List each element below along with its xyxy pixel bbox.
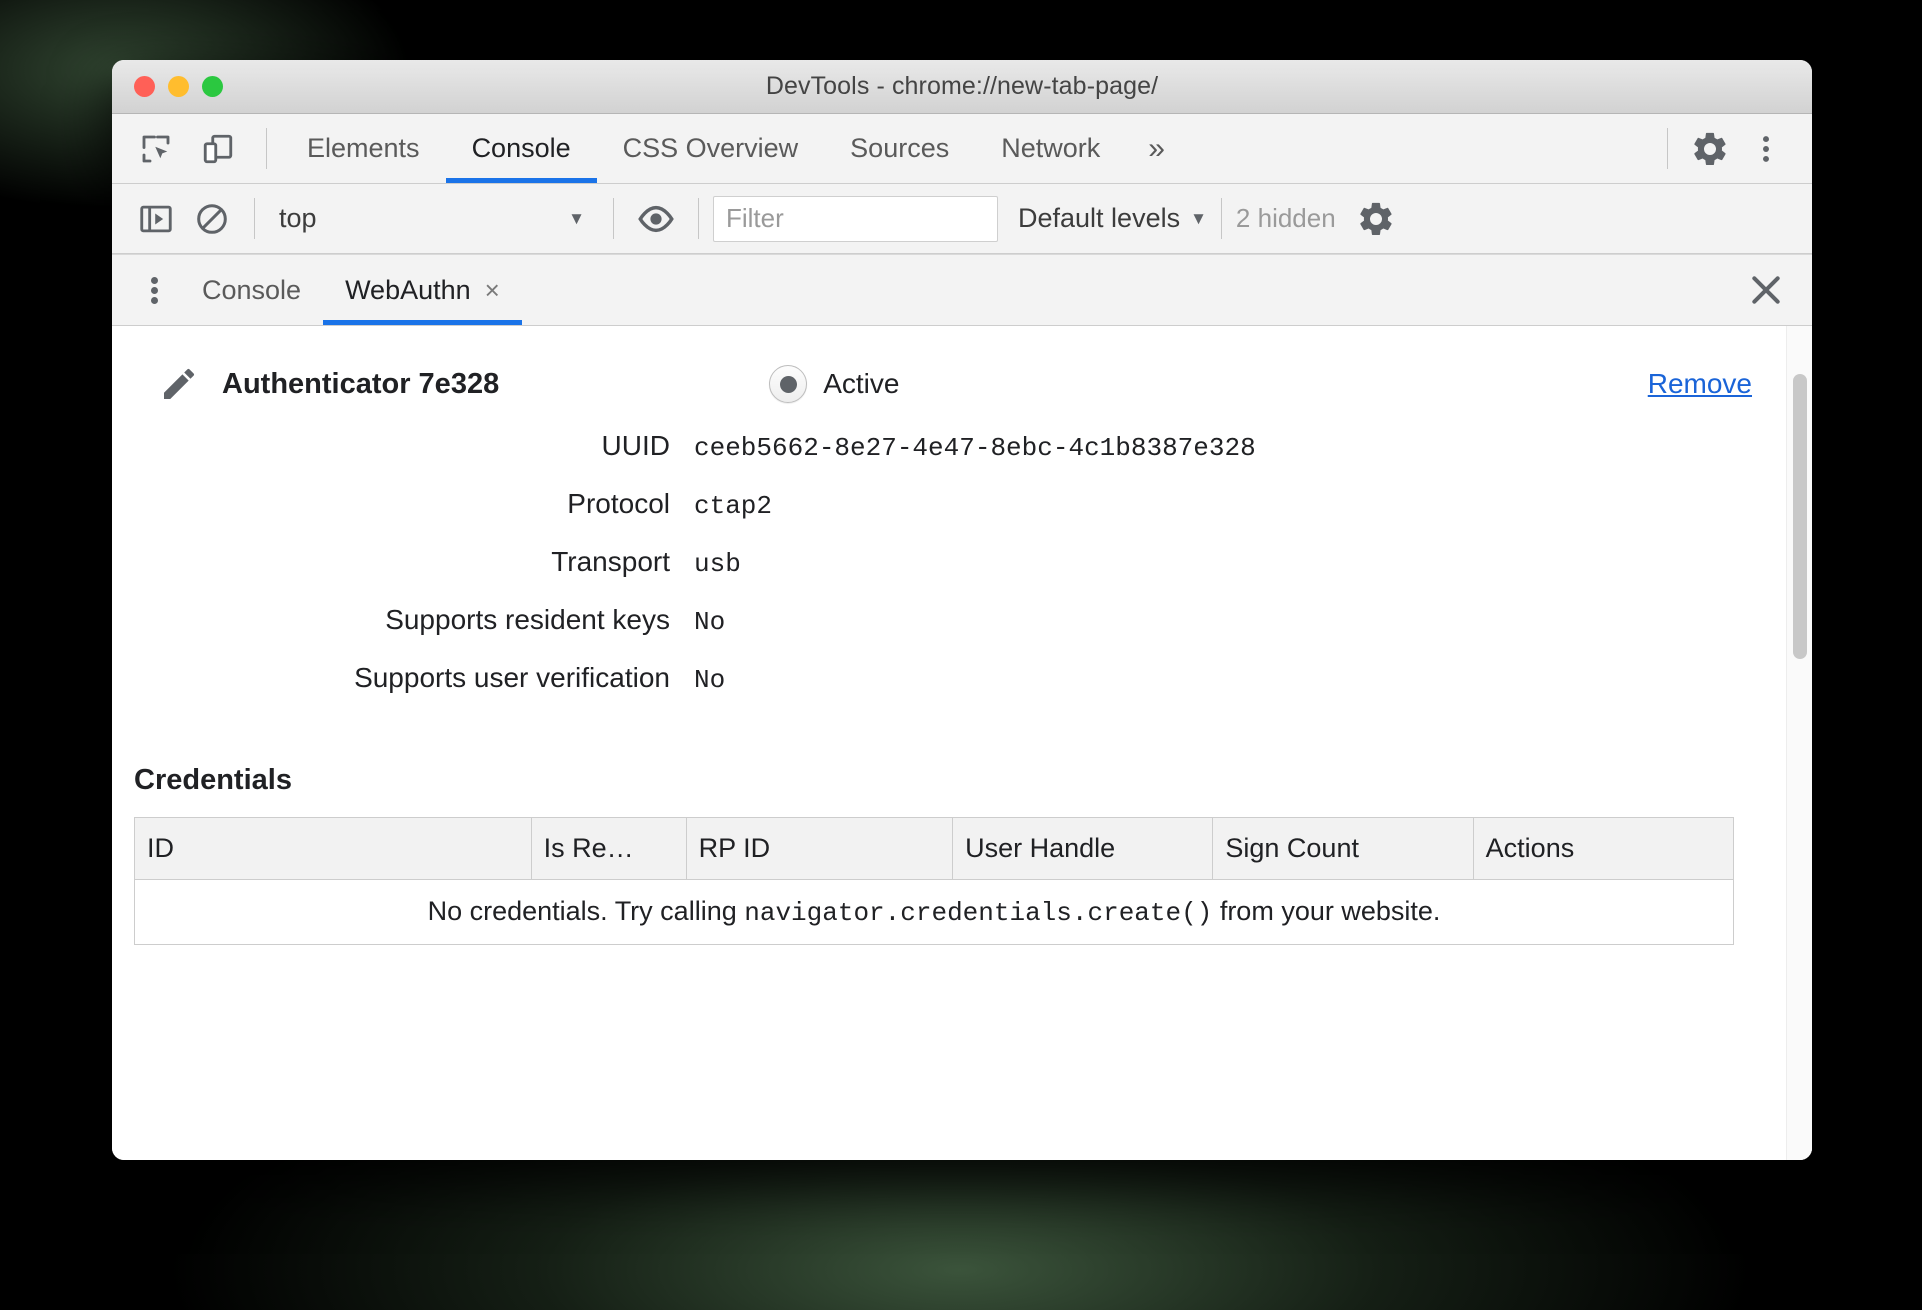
devtools-window: DevTools - chrome://new-tab-page/ Elemen…: [112, 60, 1812, 1160]
column-header-id[interactable]: ID: [134, 817, 532, 880]
toolbar-icon-group: [112, 114, 281, 183]
device-toolbar-icon[interactable]: [190, 121, 246, 177]
column-header-sign-count[interactable]: Sign Count: [1212, 817, 1474, 880]
detail-value: ctap2: [694, 491, 773, 521]
close-window-button[interactable]: [134, 76, 155, 97]
desktop-background: DevTools - chrome://new-tab-page/ Elemen…: [0, 0, 1922, 1310]
drawer-tab-console[interactable]: Console: [180, 255, 323, 325]
console-toolbar: top ▼ Filter Default levels ▼ 2 hidden: [112, 184, 1812, 254]
drawer-menu-icon[interactable]: [128, 255, 180, 325]
tab-console[interactable]: Console: [445, 114, 597, 183]
window-title: DevTools - chrome://new-tab-page/: [765, 72, 1159, 100]
detail-label: UUID: [601, 430, 670, 461]
drawer-tab-strip: Console WebAuthn ×: [112, 254, 1812, 326]
log-levels-label: Default levels: [1018, 203, 1181, 233]
remove-authenticator-link[interactable]: Remove: [1648, 368, 1752, 400]
chevron-down-icon: ▼: [568, 208, 585, 228]
detail-label: Supports resident keys: [385, 604, 670, 635]
console-toolbar-divider: [254, 198, 255, 239]
credentials-empty-row: No credentials. Try calling navigator.cr…: [135, 880, 1734, 945]
tab-elements[interactable]: Elements: [281, 114, 446, 183]
detail-label: Transport: [551, 546, 670, 577]
more-tabs-icon: »: [1148, 131, 1165, 165]
webauthn-panel: Authenticator 7e328 Active Remove UUID c…: [112, 326, 1812, 1160]
close-webauthn-tab-icon[interactable]: ×: [485, 275, 500, 306]
toolbar-divider: [266, 128, 267, 169]
panel-scrollbar-track[interactable]: [1786, 326, 1812, 1160]
log-levels-selector[interactable]: Default levels ▼: [1018, 203, 1207, 234]
chevron-down-icon: ▼: [1190, 208, 1207, 228]
detail-label: Supports user verification: [354, 662, 670, 693]
tab-label: Network: [1001, 133, 1101, 163]
tab-css-overview[interactable]: CSS Overview: [597, 114, 825, 183]
toolbar-right-group: [1653, 114, 1812, 183]
traffic-lights: [134, 76, 223, 97]
detail-value: ceeb5662-8e27-4e47-8ebc-4c1b8387e328: [694, 433, 1256, 463]
console-toolbar-divider: [698, 198, 699, 239]
console-settings-gear-icon[interactable]: [1348, 191, 1404, 247]
detail-row-user-verification: Supports user verification No: [134, 662, 1752, 720]
tab-label: Console: [471, 133, 571, 163]
column-header-is-resident[interactable]: Is Re…: [531, 817, 687, 880]
empty-message-code: navigator.credentials.create(): [744, 898, 1213, 928]
active-radio-button[interactable]: [769, 365, 808, 403]
main-menu-icon[interactable]: [1738, 121, 1794, 177]
drawer-tab-label: Console: [202, 274, 302, 305]
panel-scrollbar-thumb[interactable]: [1793, 374, 1807, 659]
pencil-icon[interactable]: [152, 364, 206, 404]
tab-label: CSS Overview: [622, 133, 799, 163]
live-expression-eye-icon[interactable]: [628, 191, 684, 247]
inspect-element-icon[interactable]: [128, 121, 184, 177]
tab-sources[interactable]: Sources: [824, 114, 975, 183]
window-title-bar: DevTools - chrome://new-tab-page/: [112, 60, 1812, 114]
credentials-table-header-row: ID Is Re… RP ID User Handle Sign Count A…: [134, 817, 1734, 880]
clear-console-icon[interactable]: [184, 191, 240, 247]
webauthn-panel-content: Authenticator 7e328 Active Remove UUID c…: [112, 326, 1812, 945]
credentials-heading: Credentials: [134, 764, 292, 796]
console-sidebar-icon[interactable]: [128, 191, 184, 247]
tab-network[interactable]: Network: [975, 114, 1126, 183]
detail-row-resident-keys: Supports resident keys No: [134, 604, 1752, 662]
close-drawer-button[interactable]: [1746, 255, 1812, 325]
detail-row-uuid: UUID ceeb5662-8e27-4e47-8ebc-4c1b8387e32…: [134, 430, 1752, 488]
detail-row-transport: Transport usb: [134, 546, 1752, 604]
drawer-tab-label: WebAuthn: [345, 274, 471, 305]
detail-value: No: [694, 607, 726, 637]
credentials-empty-message: No credentials. Try calling navigator.cr…: [135, 880, 1734, 945]
column-header-user-handle[interactable]: User Handle: [952, 817, 1214, 880]
detail-value: usb: [694, 549, 741, 579]
more-tabs-button[interactable]: »: [1126, 114, 1187, 183]
detail-label: Protocol: [567, 488, 670, 519]
minimize-window-button[interactable]: [168, 76, 189, 97]
execution-context-value: top: [279, 203, 317, 233]
zoom-window-button[interactable]: [202, 76, 223, 97]
column-header-actions[interactable]: Actions: [1473, 817, 1734, 880]
toolbar-divider: [1667, 128, 1668, 169]
drawer-tab-webauthn[interactable]: WebAuthn ×: [323, 255, 522, 325]
hidden-messages-count[interactable]: 2 hidden: [1236, 203, 1336, 234]
console-toolbar-divider: [613, 198, 614, 239]
tab-label: Elements: [307, 133, 420, 163]
empty-message-after: from your website.: [1212, 896, 1441, 926]
tab-label: Sources: [850, 133, 950, 163]
authenticator-details: UUID ceeb5662-8e27-4e47-8ebc-4c1b8387e32…: [134, 430, 1752, 720]
console-filter-input[interactable]: Filter: [713, 195, 998, 242]
console-filter-placeholder: Filter: [726, 203, 784, 233]
devtools-main-toolbar: Elements Console CSS Overview Sources Ne…: [112, 114, 1812, 184]
detail-row-protocol: Protocol ctap2: [134, 488, 1752, 546]
authenticator-header: Authenticator 7e328 Active Remove: [134, 352, 1752, 416]
detail-value: No: [694, 665, 726, 695]
execution-context-selector[interactable]: top ▼: [269, 197, 599, 241]
active-authenticator-radio-group[interactable]: Active: [769, 365, 899, 403]
settings-gear-icon[interactable]: [1682, 121, 1738, 177]
console-toolbar-divider: [1220, 198, 1222, 239]
column-header-rp-id[interactable]: RP ID: [686, 817, 954, 880]
panel-tabs: Elements Console CSS Overview Sources Ne…: [281, 114, 1187, 183]
credentials-table: ID Is Re… RP ID User Handle Sign Count A…: [134, 817, 1734, 945]
active-radio-label: Active: [823, 368, 900, 399]
authenticator-name: Authenticator 7e328: [222, 367, 500, 400]
empty-message-before: No credentials. Try calling: [427, 896, 745, 926]
